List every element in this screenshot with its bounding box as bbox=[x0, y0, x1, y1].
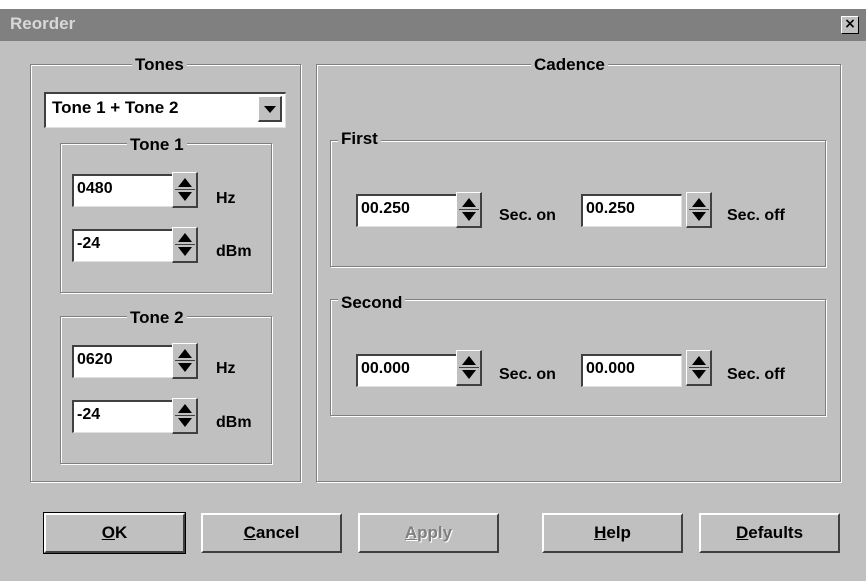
second-off-unit: Sec. off bbox=[727, 366, 785, 383]
ok-button[interactable]: OK bbox=[43, 512, 186, 554]
tone1-group bbox=[60, 143, 272, 293]
defaults-button[interactable]: Defaults bbox=[699, 513, 840, 553]
cancel-label: ancel bbox=[255, 523, 300, 542]
first-on-unit: Sec. on bbox=[499, 207, 556, 224]
tones-select[interactable]: Tone 1 + Tone 2 bbox=[44, 92, 286, 128]
second-on-unit: Sec. on bbox=[499, 366, 556, 383]
apply-mnemonic: A bbox=[404, 523, 418, 542]
apply-button[interactable]: Apply bbox=[358, 513, 499, 553]
tone2-level-input[interactable]: -24 bbox=[72, 400, 173, 433]
spin-down-icon bbox=[178, 247, 192, 256]
spin-down-icon bbox=[462, 212, 476, 221]
spin-up-icon bbox=[692, 356, 706, 365]
cancel-button[interactable]: Cancel bbox=[201, 513, 342, 553]
ok-label: K bbox=[114, 523, 128, 542]
spin-up-icon bbox=[178, 404, 192, 413]
second-off-input[interactable]: 00.000 bbox=[581, 354, 682, 387]
tone1-frequency-spinner[interactable] bbox=[172, 172, 198, 208]
help-label: elp bbox=[606, 523, 631, 542]
ok-mnemonic: O bbox=[101, 523, 115, 542]
title-bar[interactable] bbox=[0, 9, 866, 41]
cancel-mnemonic: C bbox=[243, 523, 256, 542]
spin-up-icon bbox=[462, 198, 476, 207]
second-label: Second bbox=[338, 294, 406, 312]
tone1-level-unit: dBm bbox=[216, 243, 252, 260]
first-on-spinner[interactable] bbox=[456, 192, 482, 228]
second-on-input[interactable]: 00.000 bbox=[356, 354, 457, 387]
cadence-label: Cadence bbox=[531, 56, 608, 74]
spin-up-icon bbox=[462, 356, 476, 365]
spin-down-icon bbox=[178, 418, 192, 427]
defaults-label: efaults bbox=[748, 523, 804, 542]
tone2-frequency-input[interactable]: 0620 bbox=[72, 345, 173, 378]
spin-down-icon bbox=[692, 212, 706, 221]
first-off-unit: Sec. off bbox=[727, 207, 785, 224]
defaults-mnemonic: D bbox=[735, 523, 749, 542]
spin-up-icon bbox=[178, 349, 192, 358]
first-on-input[interactable]: 00.250 bbox=[356, 194, 457, 227]
tones-select-value: Tone 1 + Tone 2 bbox=[52, 98, 179, 117]
spin-down-icon bbox=[462, 370, 476, 379]
tone2-level-spinner[interactable] bbox=[172, 398, 198, 434]
window-title: Reorder bbox=[10, 14, 76, 33]
tone2-frequency-spinner[interactable] bbox=[172, 343, 198, 379]
second-off-spinner[interactable] bbox=[686, 350, 712, 386]
close-icon: × bbox=[844, 16, 856, 32]
tone2-level-unit: dBm bbox=[216, 414, 252, 431]
cadence-group bbox=[316, 64, 841, 482]
close-button[interactable]: × bbox=[841, 16, 859, 34]
spin-up-icon bbox=[178, 178, 192, 187]
help-button[interactable]: Help bbox=[542, 513, 683, 553]
help-mnemonic: H bbox=[594, 523, 607, 542]
tones-label: Tones bbox=[132, 56, 187, 74]
first-label: First bbox=[338, 130, 381, 148]
first-off-spinner[interactable] bbox=[686, 192, 712, 228]
tone1-level-spinner[interactable] bbox=[172, 227, 198, 263]
tone1-level-input[interactable]: -24 bbox=[72, 229, 173, 262]
spin-down-icon bbox=[178, 363, 192, 372]
second-on-spinner[interactable] bbox=[456, 350, 482, 386]
tone2-label: Tone 2 bbox=[127, 309, 187, 327]
apply-label: pply bbox=[417, 523, 453, 542]
spin-down-icon bbox=[692, 370, 706, 379]
tones-select-arrow[interactable] bbox=[258, 96, 282, 122]
tone1-label: Tone 1 bbox=[127, 136, 187, 154]
spin-up-icon bbox=[178, 233, 192, 242]
tone2-frequency-unit: Hz bbox=[216, 360, 236, 377]
spin-down-icon bbox=[178, 192, 192, 201]
first-off-input[interactable]: 00.250 bbox=[581, 194, 682, 227]
tone1-frequency-unit: Hz bbox=[216, 190, 236, 207]
spin-up-icon bbox=[692, 198, 706, 207]
tone2-group bbox=[60, 316, 272, 464]
dropdown-arrow-icon bbox=[264, 106, 276, 113]
tone1-frequency-input[interactable]: 0480 bbox=[72, 174, 173, 207]
